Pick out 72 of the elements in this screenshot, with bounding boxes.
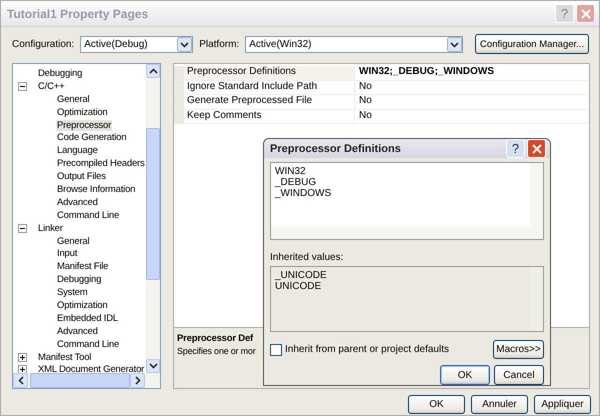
tree-item[interactable]: Preprocessor [56,120,112,130]
platform-label: Platform: [199,38,240,50]
description-title: Preprocessor Def [177,333,254,344]
property-name[interactable]: Generate Preprocessed File [174,95,355,108]
tree-item[interactable]: Advanced [56,326,99,337]
description-text: Specifies one or mor [177,346,256,356]
tree-item[interactable]: Manifest Tool [37,352,92,363]
configuration-dropdown[interactable]: Active(Debug) [80,36,194,52]
apply-button[interactable]: Appliquer [534,395,591,414]
property-value[interactable]: WIN32;_DEBUG;_WINDOWS [355,66,494,80]
checkbox-label[interactable]: Inherit from parent or project defaults [285,344,490,355]
tree-item[interactable]: Code Generation [56,132,128,144]
scrollbar[interactable] [146,64,160,373]
cancel-button[interactable]: Cancel [494,365,544,385]
tree-item[interactable]: Optimization [56,106,108,118]
tree-item[interactable]: Advanced [56,196,99,208]
close-icon [532,144,542,154]
scroll-thumb[interactable] [146,128,160,280]
tree-item[interactable]: Debugging [56,274,102,286]
ok-button[interactable]: OK [440,365,490,385]
cancel-button[interactable]: Annuler [471,395,528,414]
inherited-label: Inherited values: [270,252,344,264]
field-line: _UNICODE [275,270,328,281]
property-name[interactable]: Keep Comments [174,110,355,123]
tree-item[interactable]: Command Line [56,210,120,221]
tree-item[interactable]: Linker [37,222,64,234]
scroll-right-icon[interactable] [134,376,140,385]
tree-item[interactable]: Language [56,145,99,156]
scroll-down-icon[interactable] [148,363,158,369]
macros-button[interactable]: Macros>> [493,340,544,359]
property-name[interactable]: Preprocessor Definitions [174,66,355,80]
definitions-field[interactable]: WIN32 _DEBUG _WINDOWS [270,162,544,240]
close-button[interactable] [527,139,546,158]
tree-item[interactable]: Output Files [56,171,107,182]
configuration-label: Configuration: [12,38,74,50]
platform-dropdown[interactable]: Active(Win32) [245,36,464,52]
tree-item[interactable]: Command Line [56,338,120,350]
ok-button[interactable]: OK [408,395,465,414]
field-line: _DEBUG [275,177,318,188]
tree-item[interactable]: XML Document Generator [37,364,146,373]
scroll-up-icon[interactable] [148,68,158,74]
dialog-title: Preprocessor Definitions [270,142,402,154]
tree-item[interactable]: Browse Information [56,184,136,195]
tree-item[interactable]: Debugging [37,68,84,79]
close-icon [580,8,590,18]
property-value[interactable]: No [355,95,372,108]
tree-item[interactable]: Precompiled Headers [56,158,146,170]
scroll-thumb[interactable] [30,373,130,388]
tree-item[interactable]: Manifest File [56,261,110,272]
tree-item[interactable]: Input [56,248,78,260]
tree-item[interactable]: C/C++ [37,80,66,92]
tree-item[interactable]: System [56,287,88,298]
checkbox[interactable] [270,344,282,356]
tree-item[interactable]: General [56,94,90,105]
property-value[interactable]: No [355,80,372,94]
field-line: UNICODE [275,281,322,292]
field-line: WIN32 [275,166,307,177]
window-title: Tutorial1 Property Pages [7,6,150,20]
tree-item[interactable]: Embedded IDL [56,312,119,324]
expand-icon[interactable] [18,365,27,373]
collapse-icon[interactable] [18,82,27,91]
collapse-icon[interactable] [18,224,27,233]
expand-icon[interactable] [18,352,27,362]
tree-item[interactable]: Optimization [56,300,108,311]
property-name[interactable]: Ignore Standard Include Path [174,80,355,94]
scroll-left-icon[interactable] [18,376,24,385]
field-line: _WINDOWS [275,188,332,199]
scrollbar[interactable] [13,373,160,388]
property-value[interactable]: No [355,110,372,123]
configuration-manager-button[interactable]: Configuration Manager... [475,34,589,54]
tree-item[interactable]: General [56,236,90,247]
help-button[interactable]: ? [506,139,525,158]
